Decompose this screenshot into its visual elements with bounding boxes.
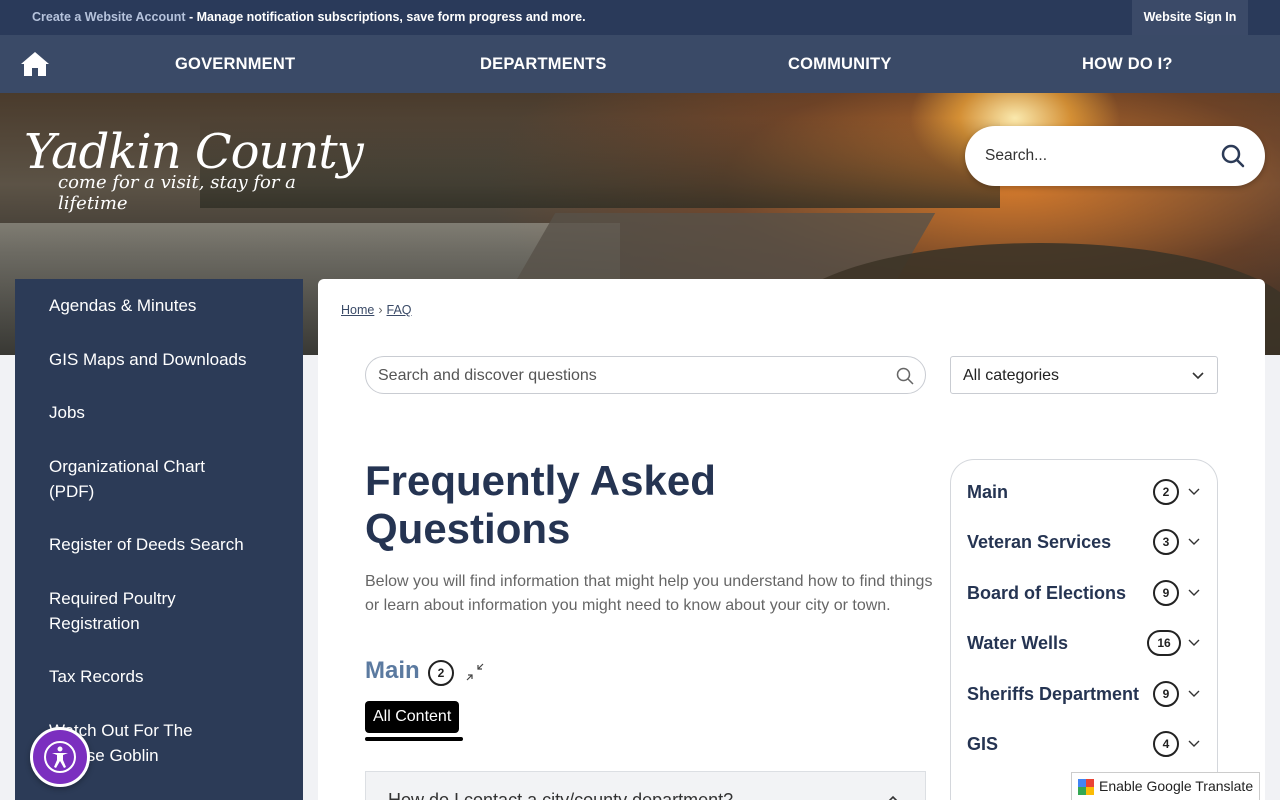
- sidebar-item-poultry[interactable]: Required Poultry Registration: [49, 586, 219, 636]
- account-message: Create a Website Account - Manage notifi…: [32, 10, 586, 24]
- category-count-badge: 3: [1153, 529, 1179, 555]
- site-search-input[interactable]: Search...: [985, 147, 1047, 165]
- faq-search-input[interactable]: Search and discover questions: [378, 367, 597, 385]
- chevron-down-icon: [1187, 586, 1201, 600]
- google-translate-label: Enable Google Translate: [1099, 778, 1254, 794]
- category-count-badge: 4: [1153, 731, 1179, 757]
- google-translate-button[interactable]: Enable Google Translate: [1071, 772, 1260, 800]
- chevron-down-icon: [1187, 535, 1201, 549]
- category-label: Veteran Services: [967, 532, 1112, 552]
- sidebar-item-register-deeds[interactable]: Register of Deeds Search: [49, 532, 279, 557]
- breadcrumb-faq[interactable]: FAQ: [387, 303, 412, 317]
- active-tab-indicator: [365, 737, 463, 741]
- breadcrumb-separator: ›: [378, 303, 383, 317]
- sidebar-item-jobs[interactable]: Jobs: [49, 400, 279, 425]
- main-nav: GOVERNMENT DEPARTMENTS COMMUNITY HOW DO …: [0, 35, 1280, 93]
- search-icon[interactable]: [1221, 144, 1245, 168]
- site-search[interactable]: Search...: [965, 126, 1265, 186]
- chevron-down-icon: [1187, 485, 1201, 499]
- sidebar-item-agendas[interactable]: Agendas & Minutes: [49, 293, 279, 318]
- category-label: Board of Elections: [967, 583, 1127, 603]
- search-icon[interactable]: [896, 367, 914, 385]
- category-panel: Main 2 Veteran Services 3 Board of Elect…: [950, 459, 1218, 800]
- accessibility-button[interactable]: [30, 727, 90, 787]
- category-label: Sheriffs Department: [967, 684, 1140, 704]
- faq-search[interactable]: Search and discover questions: [365, 356, 926, 394]
- accessibility-icon: [44, 741, 76, 773]
- faq-question[interactable]: How do I contact a city/county departmen…: [365, 771, 926, 800]
- category-item-gis[interactable]: GIS 4: [967, 730, 1207, 760]
- breadcrumb: Home › FAQ: [341, 303, 412, 317]
- question-text: How do I contact a city/county departmen…: [388, 790, 734, 800]
- category-item-board-of-elections[interactable]: Board of Elections 9: [967, 579, 1207, 609]
- category-count-badge: 16: [1147, 630, 1181, 656]
- website-sign-in-button[interactable]: Website Sign In: [1132, 0, 1248, 35]
- collapse-icon[interactable]: [465, 662, 485, 682]
- quick-links-sidebar: Agendas & Minutes GIS Maps and Downloads…: [15, 279, 303, 800]
- logo-title: Yadkin County: [24, 124, 364, 180]
- chevron-down-icon: [1187, 687, 1201, 701]
- account-bar: Create a Website Account - Manage notifi…: [0, 0, 1280, 35]
- category-item-veteran-services[interactable]: Veteran Services 3: [967, 528, 1207, 558]
- nav-departments[interactable]: DEPARTMENTS: [480, 35, 607, 93]
- category-count-badge: 9: [1153, 580, 1179, 606]
- tab-all-content[interactable]: All Content: [365, 701, 460, 733]
- faq-content: Home › FAQ Search and discover questions A…: [318, 279, 1265, 800]
- nav-how-do-i[interactable]: HOW DO I?: [1082, 35, 1173, 93]
- category-label: Main: [967, 482, 1009, 502]
- category-item-water-wells[interactable]: Water Wells 16: [967, 629, 1207, 659]
- category-count-badge: 2: [1153, 479, 1179, 505]
- category-count-badge: 9: [1153, 681, 1179, 707]
- sidebar-item-gis-maps[interactable]: GIS Maps and Downloads: [49, 347, 279, 372]
- category-select-value: All categories: [963, 367, 1060, 384]
- page-title: Frequently Asked Questions: [365, 457, 716, 552]
- chevron-down-icon: [1191, 369, 1205, 383]
- category-item-sheriffs-department[interactable]: Sheriffs Department 9: [967, 680, 1207, 710]
- sidebar-item-tax-records[interactable]: Tax Records: [49, 664, 279, 689]
- create-account-link[interactable]: Create a Website Account: [32, 10, 186, 24]
- category-select[interactable]: All categories: [950, 356, 1218, 394]
- nav-government[interactable]: GOVERNMENT: [175, 35, 295, 93]
- home-icon[interactable]: [20, 51, 50, 77]
- section-title: Main: [365, 657, 420, 684]
- category-label: Water Wells: [967, 633, 1069, 653]
- chevron-up-icon: [886, 792, 900, 800]
- chevron-down-icon: [1187, 636, 1201, 650]
- category-item-main[interactable]: Main 2: [967, 478, 1207, 508]
- category-label: GIS: [967, 734, 999, 754]
- sidebar-item-org-chart[interactable]: Organizational Chart (PDF): [49, 454, 239, 504]
- section-count-badge: 2: [428, 660, 454, 686]
- google-translate-icon: [1078, 779, 1094, 795]
- county-logo[interactable]: Yadkin County come for a visit, stay for…: [24, 124, 369, 214]
- breadcrumb-home[interactable]: Home: [341, 303, 374, 317]
- chevron-down-icon: [1187, 737, 1201, 751]
- account-message-text: - Manage notification subscriptions, sav…: [185, 10, 586, 24]
- nav-community[interactable]: COMMUNITY: [788, 35, 892, 93]
- faq-intro: Below you will find information that mig…: [365, 573, 933, 614]
